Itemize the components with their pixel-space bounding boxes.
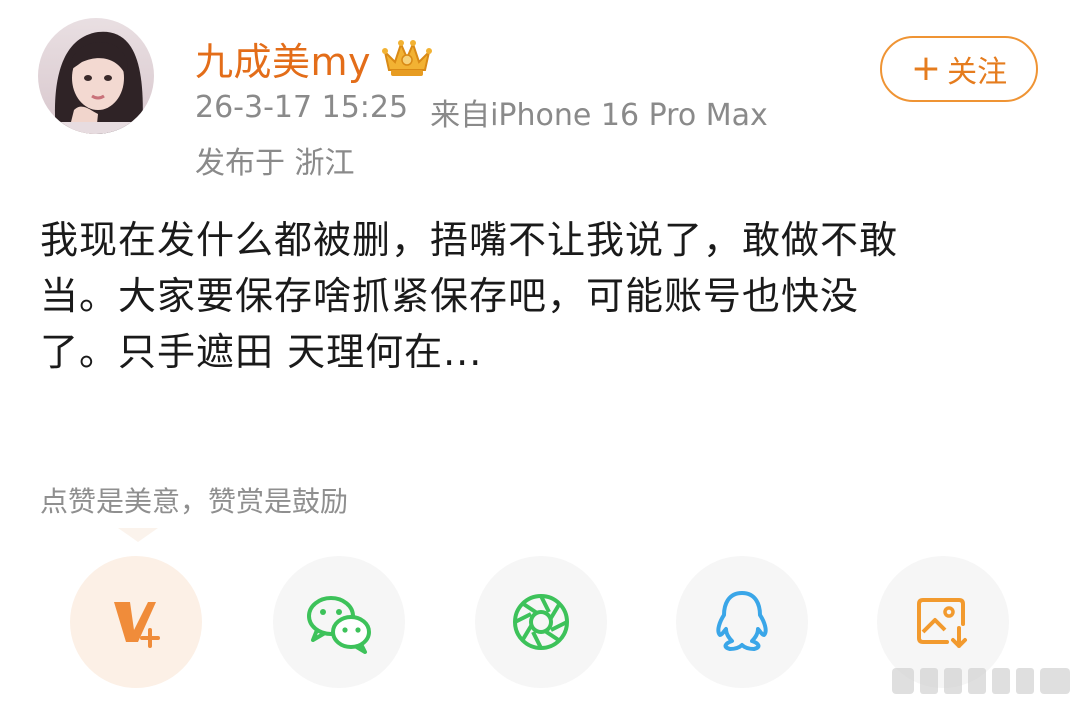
post-meta: 26-3-17 15:25 来自iPhone 16 Pro Max: [195, 90, 768, 134]
follow-button[interactable]: + 关注: [880, 36, 1038, 102]
post-location: 发布于 浙江: [195, 146, 355, 181]
post-date: 26-3-17 15:25: [195, 90, 409, 125]
plus-icon: +: [910, 48, 942, 89]
avatar-image: [38, 18, 154, 134]
follow-label: 关注: [947, 55, 1008, 90]
crown-badge-icon: [382, 40, 433, 76]
weibo-v-plus-icon: [114, 602, 160, 648]
author-header: 九成美my: [195, 30, 433, 86]
reward-button[interactable]: [70, 556, 202, 688]
save-image-icon: [917, 598, 967, 648]
author-name[interactable]: 九成美my: [195, 31, 371, 86]
share-moments-button[interactable]: [475, 556, 607, 688]
watermark-logo: [892, 668, 1070, 694]
reward-hint: 点赞是美意，赞赏是鼓励: [40, 485, 349, 518]
wechat-icon: [307, 596, 371, 654]
post-body: 我现在发什么都被删，捂嘴不让我说了，敢做不敢 当。大家要保存啥抓紧保存吧，可能账…: [40, 218, 899, 374]
avatar[interactable]: [38, 18, 154, 134]
moments-icon: [513, 594, 569, 650]
tooltip-tail: [118, 528, 158, 542]
qq-icon: [716, 591, 768, 651]
post-source: 来自iPhone 16 Pro Max: [430, 98, 768, 133]
share-qq-button[interactable]: [676, 556, 808, 688]
share-wechat-button[interactable]: [273, 556, 405, 688]
